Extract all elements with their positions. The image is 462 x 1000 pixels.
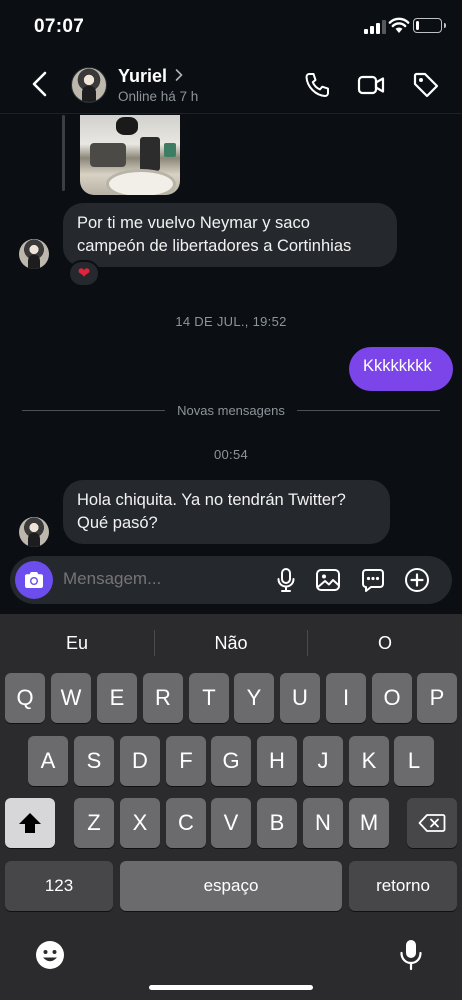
key-w[interactable]: W (51, 673, 91, 723)
key-l[interactable]: L (394, 736, 434, 786)
status-bar: 07:07 (0, 0, 462, 56)
key-f[interactable]: F (166, 736, 206, 786)
microphone-icon[interactable] (272, 566, 300, 594)
wifi-icon (388, 17, 410, 33)
message-bubble-sent[interactable]: Kkkkkkkk (349, 347, 453, 391)
space-key[interactable]: espaço (120, 861, 342, 911)
key-n[interactable]: N (303, 798, 343, 848)
key-x[interactable]: X (120, 798, 160, 848)
key-p[interactable]: P (417, 673, 457, 723)
message-bubble-received[interactable]: Hola chiquita. Ya no tendrán Twitter? Qu… (63, 480, 390, 544)
key-g[interactable]: G (211, 736, 251, 786)
message-text: Hola chiquita. Ya no tendrán Twitter? (77, 491, 346, 509)
contact-avatar[interactable] (71, 67, 107, 103)
key-h[interactable]: H (257, 736, 297, 786)
dictation-microphone-icon[interactable] (398, 938, 424, 972)
numbers-key[interactable]: 123 (5, 861, 113, 911)
gallery-icon[interactable] (314, 566, 342, 594)
sender-avatar[interactable] (19, 239, 49, 269)
heart-reaction-icon[interactable]: ❤ (68, 260, 100, 287)
message-input[interactable] (63, 569, 263, 589)
key-v[interactable]: V (211, 798, 251, 848)
key-a[interactable]: A (28, 736, 68, 786)
phone-call-icon[interactable] (302, 70, 332, 100)
suggestion-3[interactable]: O (308, 628, 462, 658)
add-icon[interactable] (403, 566, 431, 594)
chat-header: Yuriel Online há 7 h (0, 56, 462, 114)
divider-label: Novas mensagens (165, 403, 297, 418)
key-k[interactable]: K (349, 736, 389, 786)
message-timestamp: 14 DE JUL., 19:52 (175, 314, 287, 329)
key-q[interactable]: Q (5, 673, 45, 723)
camera-button[interactable] (15, 561, 53, 599)
presence-status: Online há 7 h (118, 89, 199, 104)
key-o[interactable]: O (372, 673, 412, 723)
message-text: Qué pasó? (77, 514, 158, 532)
message-composer (10, 556, 452, 604)
message-text: campeón de libertadores a Cortinhias (77, 237, 352, 255)
tag-icon[interactable] (411, 70, 441, 100)
message-timestamp: 00:54 (213, 447, 249, 462)
key-r[interactable]: R (143, 673, 183, 723)
shift-icon (19, 813, 41, 833)
back-arrow-icon[interactable] (26, 68, 54, 100)
key-b[interactable]: B (257, 798, 297, 848)
suggestion-1[interactable]: Eu (0, 628, 154, 658)
key-s[interactable]: S (74, 736, 114, 786)
key-t[interactable]: T (189, 673, 229, 723)
emoji-icon[interactable] (34, 939, 66, 971)
camera-icon (25, 572, 43, 588)
battery-icon (413, 18, 446, 33)
cellular-signal-icon (364, 20, 386, 34)
chevron-right-icon[interactable] (174, 68, 184, 82)
shared-photo[interactable] (80, 115, 180, 195)
key-c[interactable]: C (166, 798, 206, 848)
new-messages-divider: Novas mensagens (0, 403, 462, 418)
key-j[interactable]: J (303, 736, 343, 786)
message-bubble-received[interactable]: Por ti me vuelvo Neymar y saco campeón d… (63, 203, 397, 267)
shift-key[interactable] (5, 798, 55, 848)
key-d[interactable]: D (120, 736, 160, 786)
key-m[interactable]: M (349, 798, 389, 848)
backspace-icon (418, 814, 446, 832)
sender-avatar[interactable] (19, 517, 49, 547)
return-key[interactable]: retorno (349, 861, 457, 911)
contact-name[interactable]: Yuriel (118, 66, 167, 87)
message-text: Por ti me vuelvo Neymar y saco (77, 214, 310, 232)
key-e[interactable]: E (97, 673, 137, 723)
video-call-icon[interactable] (356, 70, 386, 100)
key-u[interactable]: U (280, 673, 320, 723)
sticker-icon[interactable] (359, 566, 387, 594)
backspace-key[interactable] (407, 798, 457, 848)
key-y[interactable]: Y (234, 673, 274, 723)
message-list[interactable]: Por ti me vuelvo Neymar y saco campeón d… (0, 115, 462, 555)
keyboard: Eu Não O Q W E R T Y U I O P A S D F G H… (0, 614, 462, 1000)
status-time: 07:07 (34, 16, 85, 37)
reply-indicator (62, 115, 65, 191)
suggestion-2[interactable]: Não (154, 628, 308, 658)
key-z[interactable]: Z (74, 798, 114, 848)
key-i[interactable]: I (326, 673, 366, 723)
home-indicator[interactable] (149, 985, 313, 990)
